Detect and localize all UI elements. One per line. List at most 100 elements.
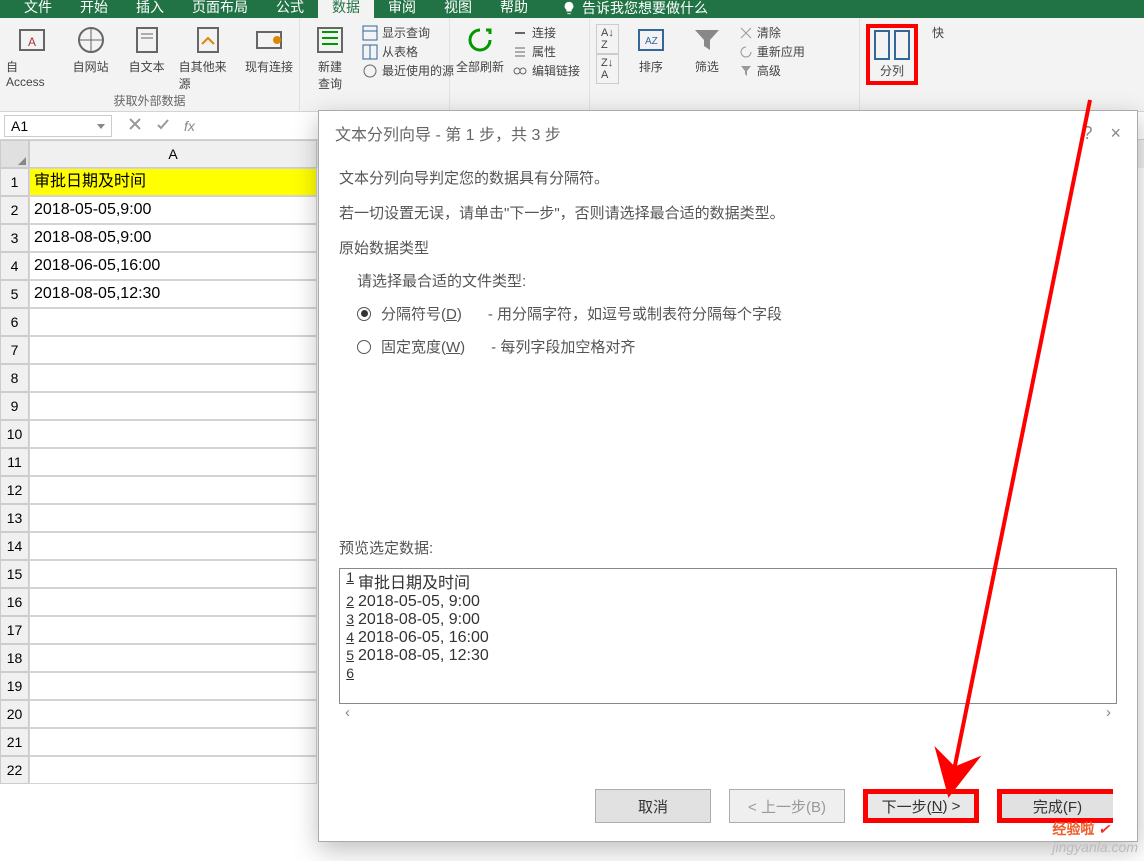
table-icon [362, 44, 378, 60]
radio-delimited[interactable]: 分隔符号(D) - 用分隔字符，如逗号或制表符分隔每个字段 [357, 303, 1117, 324]
row-header[interactable]: 12 [0, 476, 29, 504]
cell[interactable] [29, 728, 317, 756]
row-header[interactable]: 19 [0, 672, 29, 700]
existing-conn-button[interactable]: 现有连接 [245, 24, 293, 75]
advanced-button[interactable]: 高级 [739, 62, 805, 79]
columns-icon [874, 30, 910, 60]
cell[interactable]: 2018-05-05,9:00 [29, 196, 317, 224]
row-header[interactable]: 1 [0, 168, 29, 196]
tab-start[interactable]: 开始 [66, 0, 122, 18]
filter-button[interactable]: 筛选 [683, 24, 731, 75]
cell[interactable]: 2018-08-05,9:00 [29, 224, 317, 252]
cell[interactable] [29, 448, 317, 476]
clear-icon [739, 26, 753, 40]
row-header[interactable]: 16 [0, 588, 29, 616]
tab-review[interactable]: 审阅 [374, 0, 430, 18]
dialog-intro1: 文本分列向导判定您的数据具有分隔符。 [339, 167, 1117, 188]
cell[interactable] [29, 392, 317, 420]
row-header[interactable]: 11 [0, 448, 29, 476]
svg-text:AZ: AZ [645, 36, 658, 47]
preview-scrollbar[interactable]: ‹ › [339, 704, 1117, 724]
tab-layout[interactable]: 页面布局 [178, 0, 262, 18]
confirm-icon[interactable] [156, 117, 170, 134]
connections-button[interactable]: 连接 [512, 24, 580, 41]
sort-az-button[interactable]: A↓Z [596, 24, 619, 54]
cell[interactable] [29, 336, 317, 364]
finish-button[interactable]: 完成(F) [997, 789, 1113, 823]
cell[interactable] [29, 616, 317, 644]
radio-icon [357, 340, 371, 354]
cell[interactable] [29, 504, 317, 532]
row-header[interactable]: 10 [0, 420, 29, 448]
scroll-right-icon[interactable]: › [1106, 704, 1111, 724]
cell[interactable] [29, 672, 317, 700]
tab-formula[interactable]: 公式 [262, 0, 318, 18]
row-header[interactable]: 22 [0, 756, 29, 784]
name-box[interactable]: A1 [4, 115, 112, 137]
dialog-help-button[interactable]: ? [1082, 123, 1092, 144]
select-all-corner[interactable] [0, 140, 29, 168]
cell[interactable]: 2018-08-05,12:30 [29, 280, 317, 308]
cell[interactable]: 2018-06-05,16:00 [29, 252, 317, 280]
properties-button[interactable]: 属性 [512, 43, 580, 60]
refresh-all-button[interactable]: 全部刷新 [456, 24, 504, 75]
recent-source-button[interactable]: 最近使用的源 [362, 62, 454, 79]
flash-fill-button[interactable]: 快 [926, 24, 950, 41]
row-header[interactable]: 8 [0, 364, 29, 392]
cancel-button[interactable]: 取消 [595, 789, 711, 823]
row-header[interactable]: 15 [0, 560, 29, 588]
cell[interactable] [29, 364, 317, 392]
cell[interactable] [29, 420, 317, 448]
row-header[interactable]: 3 [0, 224, 29, 252]
from-access-button[interactable]: A自 Access [6, 24, 59, 89]
from-other-button[interactable]: 自其他来源 [179, 24, 237, 92]
row-header[interactable]: 20 [0, 700, 29, 728]
tab-file[interactable]: 文件 [10, 0, 66, 18]
cell[interactable] [29, 756, 317, 784]
cell[interactable] [29, 588, 317, 616]
cell[interactable] [29, 700, 317, 728]
edit-links-button[interactable]: 编辑链接 [512, 62, 580, 79]
row-header[interactable]: 7 [0, 336, 29, 364]
cell[interactable] [29, 308, 317, 336]
clear-filter-button[interactable]: 清除 [739, 24, 805, 41]
row-header[interactable]: 9 [0, 392, 29, 420]
tab-view[interactable]: 视图 [430, 0, 486, 18]
row-header[interactable]: 14 [0, 532, 29, 560]
tell-me-search[interactable]: 告诉我您想要做什么 [562, 0, 708, 18]
row-header[interactable]: 4 [0, 252, 29, 280]
lightbulb-icon [562, 1, 576, 15]
row-header[interactable]: 5 [0, 280, 29, 308]
from-text-button[interactable]: 自文本 [123, 24, 171, 75]
next-button[interactable]: 下一步(N) > [863, 789, 979, 823]
row-header[interactable]: 17 [0, 616, 29, 644]
row-header[interactable]: 6 [0, 308, 29, 336]
sort-button[interactable]: AZ排序 [627, 24, 675, 75]
cancel-icon[interactable] [128, 117, 142, 134]
row-header[interactable]: 2 [0, 196, 29, 224]
text-to-columns-button[interactable]: 分列 [866, 24, 918, 85]
fx-icon[interactable]: fx [184, 118, 195, 134]
sort-za-button[interactable]: Z↓A [596, 54, 619, 84]
row-header[interactable]: 21 [0, 728, 29, 756]
scroll-left-icon[interactable]: ‹ [345, 704, 350, 724]
cell[interactable] [29, 532, 317, 560]
row-header[interactable]: 18 [0, 644, 29, 672]
dialog-close-button[interactable]: × [1110, 123, 1121, 144]
preview-line: 22018-05-05, 9:00 [340, 593, 1116, 611]
from-table-button[interactable]: 从表格 [362, 43, 454, 60]
cell[interactable] [29, 476, 317, 504]
cell[interactable] [29, 644, 317, 672]
show-query-button[interactable]: 显示查询 [362, 24, 454, 41]
from-web-button[interactable]: 自网站 [67, 24, 115, 75]
cell[interactable] [29, 560, 317, 588]
reapply-button[interactable]: 重新应用 [739, 43, 805, 60]
column-header-A[interactable]: A [29, 140, 317, 168]
new-query-button[interactable]: 新建 查询 [306, 24, 354, 92]
tab-insert[interactable]: 插入 [122, 0, 178, 18]
tab-data[interactable]: 数据 [318, 0, 374, 18]
cell[interactable]: 审批日期及时间 [29, 168, 317, 196]
row-header[interactable]: 13 [0, 504, 29, 532]
radio-fixed-width[interactable]: 固定宽度(W) - 每列字段加空格对齐 [357, 336, 1117, 357]
tab-help[interactable]: 帮助 [486, 0, 542, 18]
